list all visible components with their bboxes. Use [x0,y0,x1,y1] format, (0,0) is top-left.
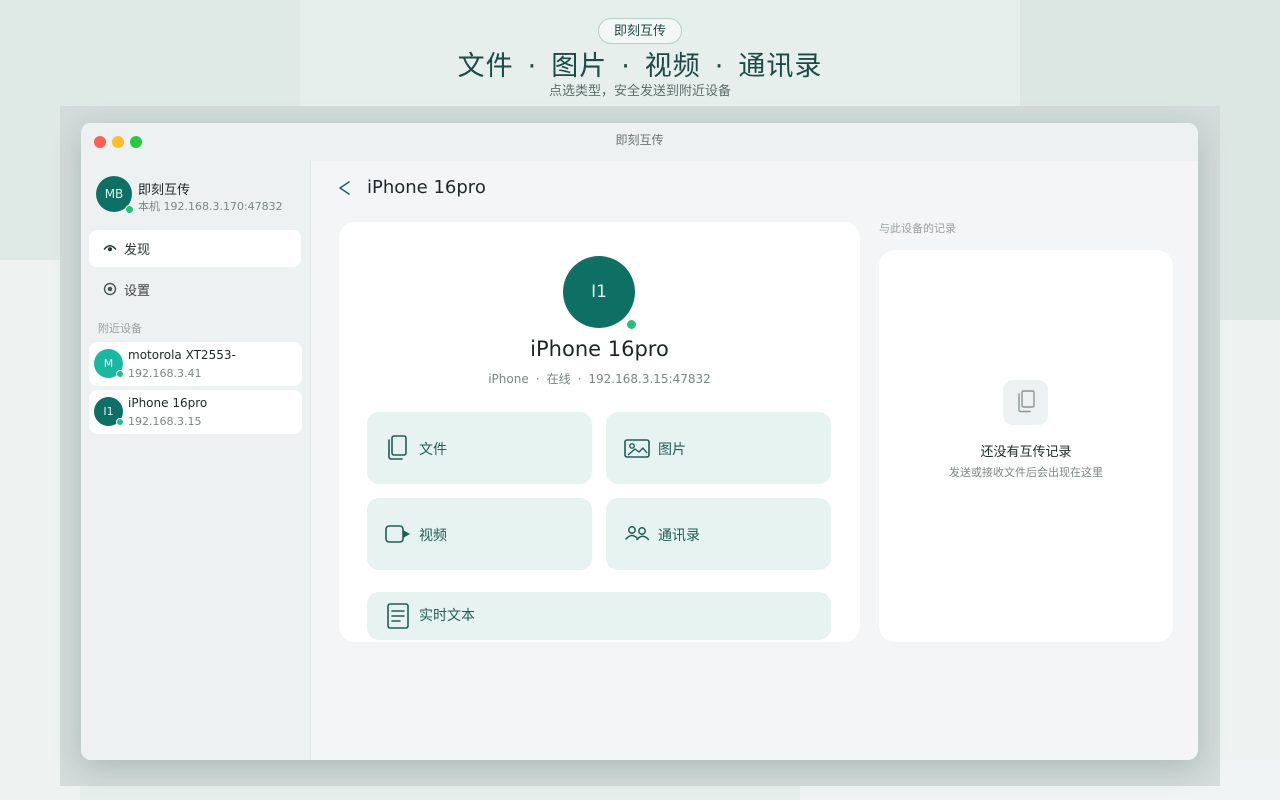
hero-separator: · [714,51,725,82]
file-icon [388,435,407,460]
page-title: iPhone 16pro [367,177,486,198]
my-device-address: 本机 192.168.3.170:47832 [138,200,283,213]
online-indicator [125,205,134,214]
send-photo-button[interactable]: 图片 [606,412,831,484]
nearby-devices-heading: 附近设备 [98,322,142,335]
live-text-button[interactable]: 实时文本 [367,592,831,640]
online-indicator [116,370,124,378]
my-device-name: 即刻互传 [138,183,191,198]
hero-title-item: 通讯录 [738,51,823,82]
meta-separator: · [577,372,582,386]
settings-icon [103,282,117,296]
window-title: 即刻互传 [615,133,664,147]
device-avatar: I1 [563,256,635,328]
device-list-item[interactable]: M motorola XT2553- 192.168.3.41 [89,342,302,386]
sidebar-item-settings[interactable]: 设置 [89,271,301,308]
device-status: 在线 [546,372,571,386]
titlebar: 即刻互传 [81,123,1198,161]
app-window: 即刻互传 MB 即刻互传 本机 192.168.3.170:47832 发现 设… [81,123,1198,760]
hero-title-item: 图片 [551,51,608,82]
hero-subtitle: 点选类型，安全发送到附近设备 [548,84,731,99]
online-indicator [625,318,638,331]
device-card: I1 iPhone 16pro iPhone · 在线 · 192.168.3.15:4… [339,222,860,642]
action-label: 实时文本 [419,608,475,624]
hero-badge: 即刻互传 [598,18,682,44]
empty-state-subtitle: 发送或接收文件后会出现在这里 [949,466,1103,479]
send-video-button[interactable]: 视频 [367,498,592,570]
copy-icon [1018,390,1035,413]
hero-separator: · [621,51,631,82]
action-label: 通讯录 [658,528,700,544]
sidebar-item-discover[interactable]: 发现 [89,230,301,267]
send-file-button[interactable]: 文件 [367,412,592,484]
hero-title: 文件 · 图片 · 视频 · 通讯录 [0,44,1280,83]
history-heading: 与此设备的记录 [879,222,956,235]
empty-state-title: 还没有互传记录 [980,445,1072,460]
device-name: motorola XT2553- [128,348,236,362]
sidebar: MB 即刻互传 本机 192.168.3.170:47832 发现 设置 附近设… [81,161,311,760]
hero-title-item: 文件 [457,51,514,82]
device-address: 192.168.3.41 [128,367,202,380]
eye-icon [103,244,117,252]
online-indicator [116,418,124,426]
action-label: 图片 [658,442,686,458]
device-meta: iPhone · 在线 · 192.168.3.15:47832 [339,370,860,387]
device-list-item[interactable]: I1 iPhone 16pro 192.168.3.15 [89,390,302,434]
device-name: iPhone 16pro [530,337,669,361]
device-address: 192.168.3.15 [128,415,202,428]
sidebar-item-label: 发现 [124,243,151,258]
meta-separator: · [535,372,540,386]
empty-state-icon-box [1003,380,1048,425]
action-label: 视频 [419,528,447,544]
history-panel: 还没有互传记录 发送或接收文件后会出现在这里 [879,250,1173,642]
device-type: iPhone [488,372,529,386]
video-icon [385,525,410,543]
send-contacts-button[interactable]: 通讯录 [606,498,831,570]
contacts-icon [625,526,650,541]
image-icon [624,439,650,458]
sidebar-item-label: 设置 [124,284,151,299]
hero-title-item: 视频 [644,51,701,82]
action-label: 文件 [419,442,447,458]
document-icon [387,603,409,629]
device-address: 192.168.3.15:47832 [588,372,711,386]
back-icon[interactable] [337,180,351,196]
hero-separator: · [527,51,538,82]
device-name: iPhone 16pro [128,396,208,410]
